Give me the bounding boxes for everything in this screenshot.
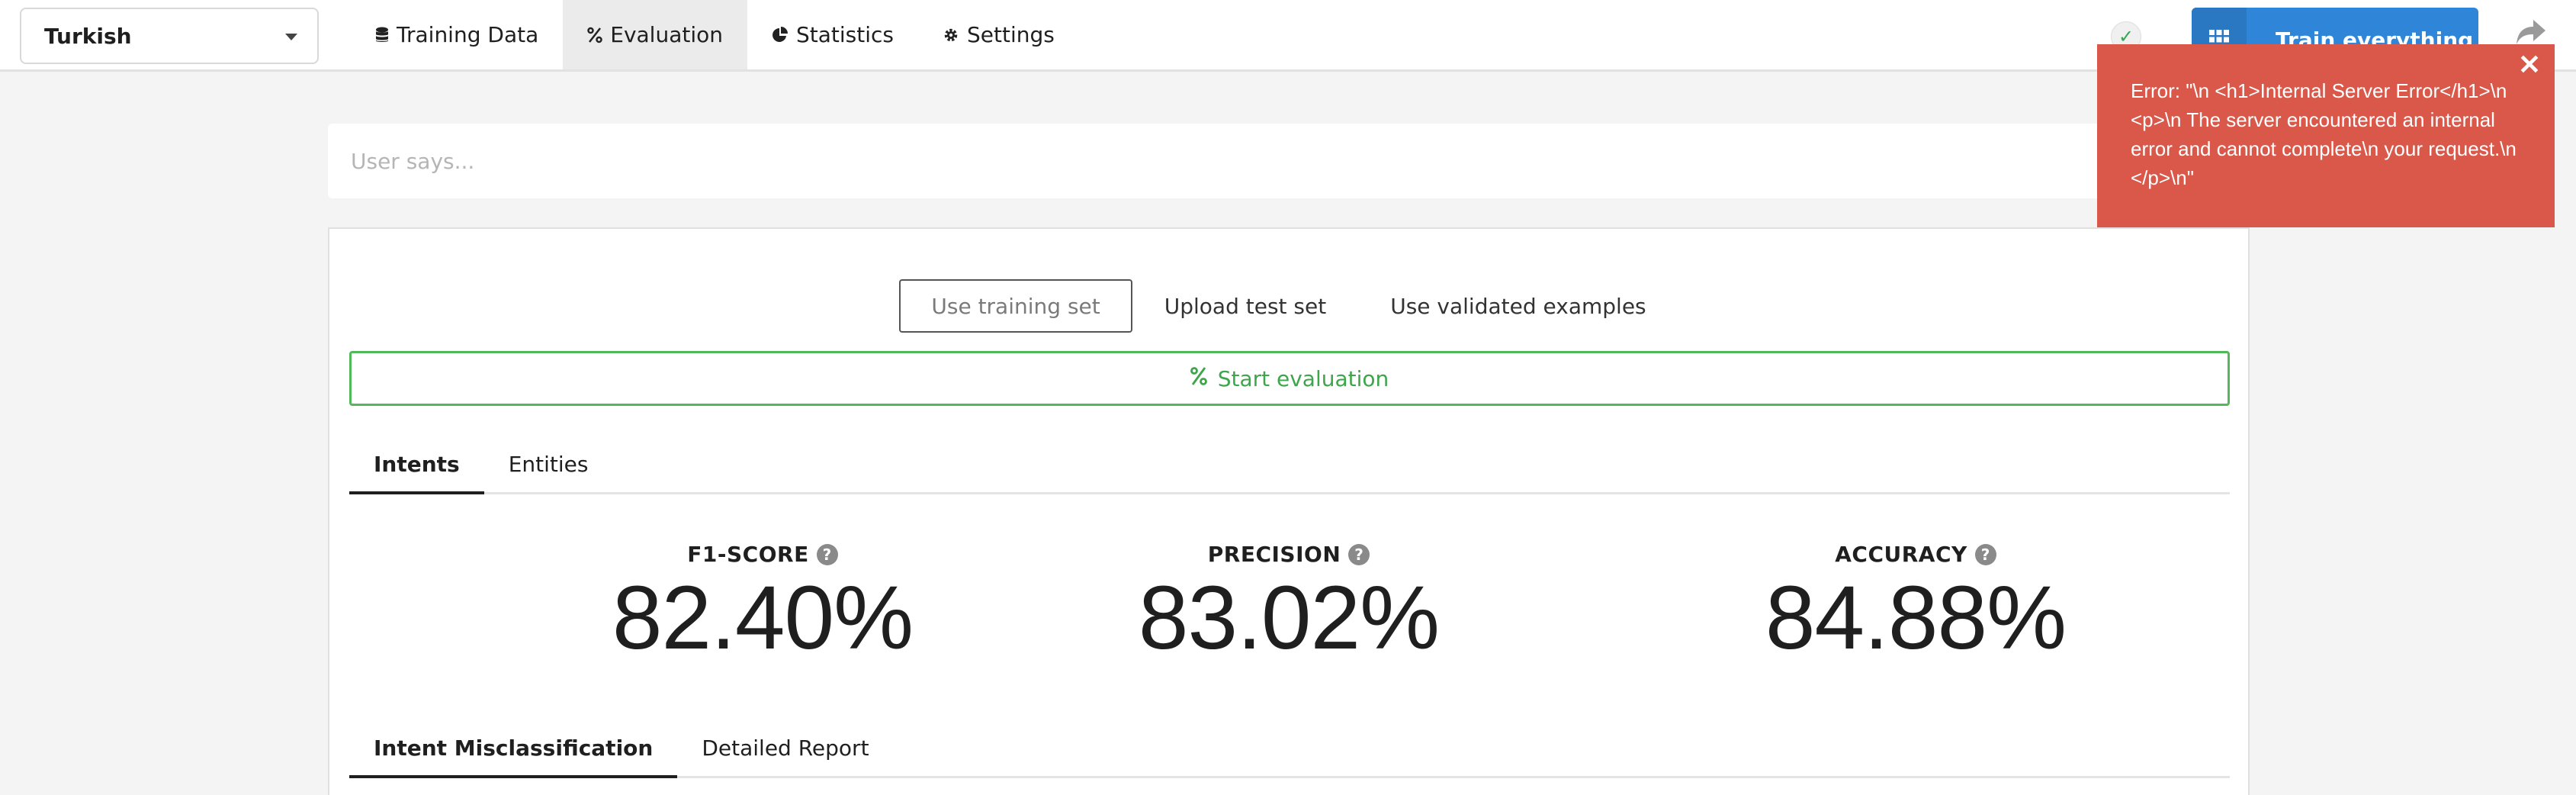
use-training-set-button[interactable]: Use training set <box>899 279 1132 333</box>
metric-precision: PRECISION ? 83.02% <box>1060 542 1518 663</box>
nav-label: Training Data <box>397 22 539 47</box>
main-nav: Training Data Evaluation Statistics Sett… <box>351 0 1079 69</box>
question-icon[interactable]: ? <box>1974 543 1996 565</box>
close-icon[interactable]: ✕ <box>2518 50 2541 79</box>
question-icon[interactable]: ? <box>1348 543 1370 565</box>
nav-item-training-data[interactable]: Training Data <box>351 0 563 69</box>
language-select[interactable]: Turkish <box>20 8 319 64</box>
use-validated-examples-button[interactable]: Use validated examples <box>1358 279 1678 333</box>
metric-accuracy: ACCURACY ? 84.88% <box>1687 542 2144 663</box>
nav-label: Evaluation <box>610 22 723 47</box>
percent-icon <box>587 27 602 43</box>
question-icon[interactable]: ? <box>816 543 838 565</box>
utterance-box <box>328 124 2250 198</box>
metric-value: 82.40% <box>612 568 914 668</box>
start-evaluation-button[interactable]: Start evaluation <box>349 351 2230 406</box>
gear-icon <box>943 27 959 43</box>
metric-label: PRECISION <box>1207 542 1341 567</box>
nav-item-statistics[interactable]: Statistics <box>747 0 918 69</box>
language-select-value: Turkish <box>44 23 132 49</box>
user-says-input[interactable] <box>328 124 2250 198</box>
nav-label: Statistics <box>796 22 894 47</box>
database-icon <box>375 27 389 43</box>
metrics-row: F1-SCORE ? 82.40% PRECISION ? 83.02% ACC… <box>329 542 2248 664</box>
report-tabs: Intent Misclassification Detailed Report <box>349 720 2230 778</box>
nav-label: Settings <box>967 22 1055 47</box>
evaluation-source-group: Use training set Upload test set Use val… <box>329 279 2248 333</box>
error-toast: ✕ Error: "\n <h1>Internal Server Error</… <box>2097 44 2555 227</box>
upload-test-set-button[interactable]: Upload test set <box>1132 279 1359 333</box>
evaluation-panel: Use training set Upload test set Use val… <box>328 227 2250 795</box>
metric-label: ACCURACY <box>1835 542 1967 567</box>
pie-chart-icon <box>772 26 789 43</box>
result-tabs: Intents Entities <box>349 436 2230 494</box>
start-evaluation-label: Start evaluation <box>1217 365 1389 391</box>
metric-label: F1-SCORE <box>687 542 809 567</box>
error-message: Error: "\n <h1>Internal Server Error</h1… <box>2131 79 2517 189</box>
metric-value: 83.02% <box>1138 568 1440 668</box>
tab-intent-misclassification[interactable]: Intent Misclassification <box>349 720 678 778</box>
tab-intents[interactable]: Intents <box>349 436 484 494</box>
tab-detailed-report[interactable]: Detailed Report <box>677 720 893 778</box>
metric-value: 84.88% <box>1765 568 2067 668</box>
caret-down-icon <box>285 34 297 40</box>
percent-icon <box>1190 366 1207 391</box>
metric-f1-score: F1-SCORE ? 82.40% <box>534 542 991 663</box>
tab-entities[interactable]: Entities <box>484 436 613 494</box>
nav-item-evaluation[interactable]: Evaluation <box>563 0 747 69</box>
nav-item-settings[interactable]: Settings <box>918 0 1079 69</box>
